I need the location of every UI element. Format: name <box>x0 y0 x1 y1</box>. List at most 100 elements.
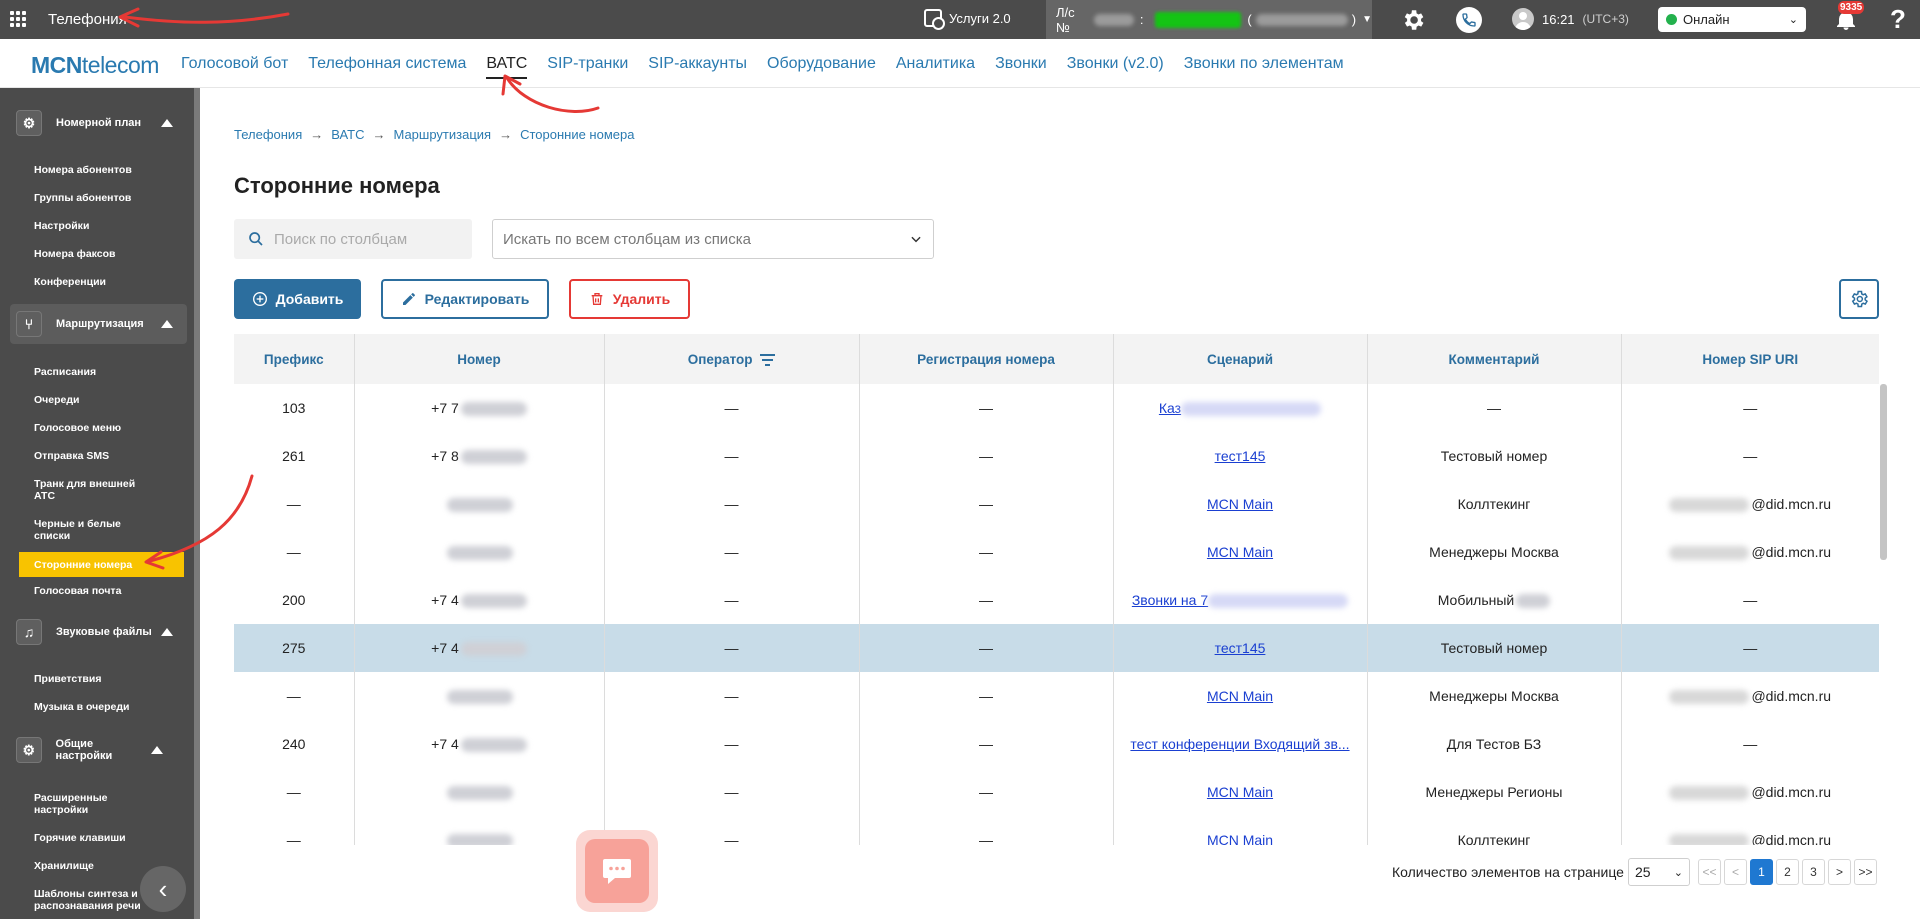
sidebar-group-general-settings[interactable]: ⚙ Общие настройки <box>10 730 187 770</box>
sidebar-item-queues[interactable]: Очереди <box>19 394 184 406</box>
sidebar-scrollbar[interactable] <box>194 88 200 919</box>
table-settings-button[interactable] <box>1839 279 1879 319</box>
column-header-scenario[interactable]: Сценарий <box>1113 334 1368 384</box>
column-header-comment[interactable]: Комментарий <box>1367 334 1622 384</box>
status-select[interactable]: Онлайн ⌄ <box>1658 7 1806 32</box>
softphone-button[interactable] <box>1456 7 1482 33</box>
sidebar-item-greetings[interactable]: Приветствия <box>19 673 184 685</box>
nav-vpbx[interactable]: ВАТС <box>486 55 527 79</box>
table-row[interactable]: — — — MCN Main Коллтекинг @did.mcn.ru <box>234 480 1879 528</box>
column-header-prefix[interactable]: Префикс <box>234 334 355 384</box>
table-row[interactable]: 200 +7 4 — — Звонки на 7 Мобильный — <box>234 576 1879 624</box>
next-page-button[interactable]: > <box>1828 859 1851 885</box>
filter-icon[interactable] <box>760 353 776 366</box>
table-row[interactable]: 261 +7 8 — — тест145 Тестовый номер — <box>234 432 1879 480</box>
breadcrumb-telephony[interactable]: Телефония <box>234 127 302 142</box>
search-input[interactable] <box>274 230 464 248</box>
breadcrumb-external-numbers[interactable]: Сторонние номера <box>520 127 634 142</box>
table-row[interactable]: — — — MCN Main Менеджеры Регионы @did.mcn.ru <box>234 768 1879 816</box>
sidebar-item-subscriber-numbers[interactable]: Номера абонентов <box>19 164 184 176</box>
column-header-sip-uri[interactable]: Номер SIP URI <box>1621 334 1879 384</box>
sidebar-item-settings[interactable]: Настройки <box>19 220 184 232</box>
scenario-link[interactable]: тест145 <box>1215 640 1266 656</box>
account-balance-redacted <box>1155 11 1242 28</box>
table-row[interactable]: 103 +7 7 — — Каз — — <box>234 384 1879 432</box>
account-selector[interactable]: Л/с № : ( ) ▼ <box>1046 0 1372 39</box>
add-button[interactable]: Добавить <box>234 279 361 319</box>
breadcrumb-routing[interactable]: Маршрутизация <box>393 127 491 142</box>
apps-grid-icon[interactable] <box>10 11 26 27</box>
sidebar-item-queue-music[interactable]: Музыка в очереди <box>19 701 184 713</box>
table-row[interactable]: — — — MCN Main Менеджеры Москва @did.mcn.ru <box>234 672 1879 720</box>
nav-calls[interactable]: Звонки <box>995 55 1047 73</box>
nav-items: Голосовой бот Телефонная система ВАТС SI… <box>181 55 1364 79</box>
gear-icon[interactable] <box>1400 7 1426 33</box>
table-row[interactable]: — — — MCN Main Менеджеры Москва @did.mcn.ru <box>234 528 1879 576</box>
scenario-link[interactable]: Звонки на 7 <box>1132 592 1208 608</box>
delete-button[interactable]: Удалить <box>569 279 690 319</box>
scenario-link[interactable]: MCN Main <box>1207 496 1273 512</box>
sidebar-group-sound-files[interactable]: ♫ Звуковые файлы <box>10 612 187 652</box>
sidebar-collapse-button[interactable]: ‹ <box>140 866 186 912</box>
table-row[interactable]: 240 +7 4 — — тест конференции Входящий зв...… <box>234 720 1879 768</box>
sidebar-group-routing[interactable]: ⑂ Маршрутизация <box>10 304 187 344</box>
nav-calls-by-element[interactable]: Звонки по элементам <box>1184 55 1344 73</box>
cell-scenario: MCN Main <box>1113 816 1368 845</box>
help-icon[interactable]: ? <box>1890 4 1906 35</box>
sidebar-item-send-sms[interactable]: Отправка SMS <box>19 450 184 462</box>
sidebar-item-schedules[interactable]: Расписания <box>19 366 184 378</box>
sidebar-item-fax-numbers[interactable]: Номера факсов <box>19 248 184 260</box>
table-row[interactable]: 275 +7 4 — — тест145 Тестовый номер — <box>234 624 1879 672</box>
edit-button[interactable]: Редактировать <box>381 279 549 319</box>
sidebar-item-hotkeys[interactable]: Горячие клавиши <box>19 832 184 844</box>
last-page-button[interactable]: >> <box>1854 859 1877 885</box>
nav-analytics[interactable]: Аналитика <box>896 55 975 73</box>
sidebar-item-conferences[interactable]: Конференции <box>19 276 184 288</box>
sidebar-item-subscriber-groups[interactable]: Группы абонентов <box>19 192 184 204</box>
sidebar-item-black-white-lists[interactable]: Черные и белые списки <box>19 518 149 542</box>
page-size-select[interactable]: 25 ⌄ <box>1628 858 1690 886</box>
logo[interactable]: MCNtelecom <box>31 52 159 79</box>
chat-widget-button[interactable] <box>576 830 658 912</box>
column-header-number[interactable]: Номер <box>354 334 605 384</box>
page-button-2[interactable]: 2 <box>1776 859 1799 885</box>
sidebar-group-numbering-plan[interactable]: ⚙ Номерной план <box>10 103 187 143</box>
nav-phone-system[interactable]: Телефонная система <box>308 55 466 73</box>
column-header-registration[interactable]: Регистрация номера <box>859 334 1114 384</box>
column-filter-select[interactable]: Искать по всем столбцам из списка <box>492 219 934 259</box>
cell-comment: Коллтекинг <box>1367 480 1622 528</box>
sidebar-item-external-numbers[interactable]: Сторонние номера <box>19 552 184 577</box>
nav-equipment[interactable]: Оборудование <box>767 55 876 73</box>
scenario-link[interactable]: MCN Main <box>1207 832 1273 845</box>
services-link[interactable]: Услуги 2.0 <box>924 9 1011 30</box>
sidebar-item-voice-menu[interactable]: Голосовое меню <box>19 422 184 434</box>
page-button-1[interactable]: 1 <box>1750 859 1773 885</box>
breadcrumb-vpbx[interactable]: ВАТС <box>331 127 364 142</box>
page-button-3[interactable]: 3 <box>1802 859 1825 885</box>
sidebar-item-voicemail[interactable]: Голосовая почта <box>19 585 184 597</box>
table-scrollbar[interactable] <box>1880 384 1887 560</box>
scenario-link[interactable]: MCN Main <box>1207 544 1273 560</box>
scenario-link[interactable]: MCN Main <box>1207 688 1273 704</box>
user-menu[interactable]: 16:21 (UTC+3) <box>1512 8 1629 30</box>
sidebar-item-advanced-settings[interactable]: Расширенные настройки <box>19 792 139 816</box>
sidebar-item-external-trunk[interactable]: Транк для внешней АТС <box>19 478 154 502</box>
column-header-operator[interactable]: Оператор <box>604 334 860 384</box>
nav-sip-accounts[interactable]: SIP-аккаунты <box>648 55 747 73</box>
nav-voice-bot[interactable]: Голосовой бот <box>181 55 288 73</box>
first-page-button[interactable]: << <box>1698 859 1721 885</box>
cell-number <box>354 528 605 576</box>
nav-sip-trunks[interactable]: SIP-транки <box>547 55 628 73</box>
app-title[interactable]: Телефония <box>48 11 127 28</box>
nav-calls-v2[interactable]: Звонки (v2.0) <box>1067 55 1164 73</box>
scenario-link[interactable]: Каз <box>1159 400 1181 416</box>
scenario-link[interactable]: тест145 <box>1215 448 1266 464</box>
table-row[interactable]: — — — MCN Main Коллтекинг @did.mcn.ru <box>234 816 1879 845</box>
cell-registration: — <box>859 672 1114 720</box>
scenario-link[interactable]: MCN Main <box>1207 784 1273 800</box>
redacted-text <box>460 594 527 609</box>
scenario-link[interactable]: тест конференции Входящий зв... <box>1130 736 1349 752</box>
redacted-text <box>460 642 527 657</box>
prev-page-button[interactable]: < <box>1724 859 1747 885</box>
cell-registration: — <box>859 624 1114 672</box>
